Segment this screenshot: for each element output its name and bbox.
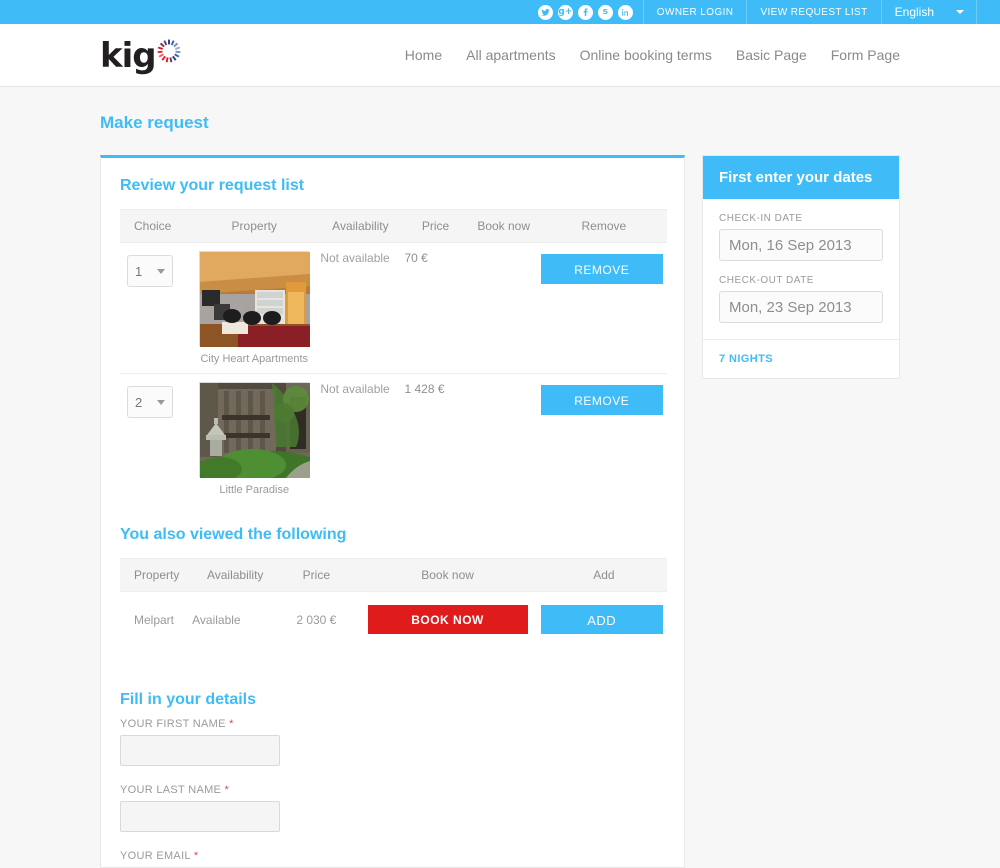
remove-cell: REMOVE	[540, 242, 667, 374]
last-name-label-text: YOUR LAST NAME	[120, 784, 222, 796]
email-label: YOUR EMAIL *	[120, 850, 684, 862]
language-label: English	[894, 5, 934, 19]
price-cell: 1 428 €	[404, 382, 445, 396]
quantity-select[interactable]: 1	[127, 255, 173, 287]
required-marker: *	[229, 718, 234, 730]
first-name-label-text: YOUR FIRST NAME	[120, 718, 226, 730]
col-property: Property	[192, 209, 317, 243]
checkout-date-input[interactable]: Mon, 23 Sep 2013	[719, 291, 883, 323]
page-content: Make request Review your request list Ch…	[0, 113, 1000, 868]
nav-item-home[interactable]: Home	[405, 47, 442, 63]
required-marker: *	[193, 850, 199, 862]
table-row: Melpart Available 2 030 € BOOK NOW ADD	[120, 592, 667, 648]
book-now-button[interactable]: BOOK NOW	[367, 605, 528, 634]
chevron-down-icon	[956, 10, 964, 14]
book-now-cell	[466, 242, 541, 374]
last-name-label: YOUR LAST NAME *	[120, 784, 684, 796]
add-cell: ADD	[540, 592, 667, 648]
table-row: 2 Little Paradise Not available 1 428 € …	[120, 374, 667, 505]
book-now-cell: BOOK NOW	[354, 592, 540, 648]
linkedin-icon[interactable]	[617, 4, 633, 20]
view-request-list-link[interactable]: VIEW REQUEST LIST	[746, 0, 880, 24]
checkin-label: CHECK-IN DATE	[719, 213, 803, 224]
nav-item-form-page[interactable]: Form Page	[831, 47, 900, 63]
request-list-table: Choice Property Availability Price Book …	[120, 209, 667, 504]
table-row: 1 City Heart Apartments Not available 70…	[120, 242, 667, 374]
email-label-text: YOUR EMAIL	[120, 850, 191, 862]
table-header-row: Property Availability Price Book now Add	[120, 558, 667, 592]
twitter-icon[interactable]	[537, 4, 553, 20]
remove-button[interactable]: REMOVE	[540, 385, 663, 415]
col-remove: Remove	[540, 209, 667, 243]
col-availability: Availability	[192, 558, 279, 592]
quantity-select[interactable]: 2	[127, 386, 173, 418]
property-cell: City Heart Apartments	[192, 242, 317, 374]
add-button[interactable]: ADD	[540, 605, 663, 634]
first-name-label: YOUR FIRST NAME *	[120, 718, 684, 730]
availability-cell: Available	[192, 612, 241, 627]
col-choice: Choice	[120, 209, 193, 243]
property-cell: Little Paradise	[192, 374, 316, 505]
owner-login-link[interactable]: OWNER LOGIN	[642, 0, 747, 24]
choice-cell: 1	[120, 242, 193, 374]
site-header: kig Home All apartments Online booking t…	[0, 24, 1000, 87]
first-name-field[interactable]	[120, 735, 280, 766]
main-nav: Home All apartments Online booking terms…	[405, 47, 900, 63]
content-columns: Review your request list Choice Property…	[100, 155, 1000, 868]
property-name: City Heart Apartments	[200, 353, 309, 365]
quantity-value: 1	[135, 263, 143, 279]
dates-panel-title: First enter your dates	[703, 156, 899, 199]
details-form-title: Fill in your details	[120, 691, 257, 708]
price-cell: 2 030 €	[296, 612, 337, 627]
kigo-logo[interactable]: kig	[100, 36, 181, 76]
chevron-down-icon	[157, 268, 165, 274]
request-list-title: Review your request list	[120, 177, 305, 194]
col-price: Price	[278, 558, 355, 592]
googleplus-icon[interactable]: g+	[557, 4, 573, 20]
quantity-value: 2	[135, 394, 143, 410]
property-thumbnail[interactable]	[198, 382, 311, 481]
col-add: Add	[540, 558, 667, 592]
property-name: Melpart	[134, 612, 175, 627]
required-marker: *	[224, 784, 230, 796]
remove-cell: REMOVE	[540, 374, 667, 505]
nights-count: 7 NIGHTS	[703, 339, 899, 378]
choice-cell: 2	[120, 374, 192, 505]
book-now-cell	[467, 374, 541, 505]
also-viewed-title: You also viewed the following	[120, 526, 347, 543]
chevron-down-icon	[157, 399, 165, 405]
logo-ring-icon	[157, 39, 181, 68]
col-property: Property	[120, 558, 193, 592]
nav-item-basic-page[interactable]: Basic Page	[736, 47, 807, 63]
topbar-tail	[976, 0, 1000, 24]
facebook-icon[interactable]	[577, 4, 593, 20]
price-cell: 70 €	[404, 242, 467, 374]
checkout-label: CHECK-OUT DATE	[719, 275, 814, 286]
page-title: Make request	[100, 113, 209, 132]
dates-panel-body: CHECK-IN DATE Mon, 16 Sep 2013 CHECK-OUT…	[703, 199, 899, 339]
request-card: Review your request list Choice Property…	[100, 155, 685, 868]
availability-cell: Not available	[316, 242, 405, 374]
nav-item-online-booking-terms[interactable]: Online booking terms	[580, 47, 712, 63]
language-selector[interactable]: English	[880, 0, 976, 24]
social-icons: g+ s	[528, 0, 643, 24]
availability-cell: Not available	[320, 382, 390, 396]
col-book-now: Book now	[466, 209, 541, 243]
skype-icon[interactable]: s	[597, 4, 613, 20]
col-book-now: Book now	[354, 558, 541, 592]
logo-wordmark: kig	[100, 36, 157, 76]
col-price: Price	[404, 209, 467, 243]
top-utility-bar: g+ s OWNER LOGIN VIEW REQUEST LIST Engli…	[0, 0, 1000, 24]
property-thumbnail[interactable]	[199, 251, 311, 347]
col-availability: Availability	[316, 209, 405, 243]
also-viewed-table: Property Availability Price Book now Add…	[120, 558, 667, 647]
details-form: Fill in your details YOUR FIRST NAME * Y…	[120, 691, 684, 862]
property-name: Little Paradise	[219, 484, 290, 496]
dates-panel: First enter your dates CHECK-IN DATE Mon…	[702, 155, 900, 379]
nav-item-all-apartments[interactable]: All apartments	[466, 47, 555, 63]
table-header-row: Choice Property Availability Price Book …	[120, 209, 667, 243]
checkin-date-input[interactable]: Mon, 16 Sep 2013	[719, 229, 883, 261]
remove-button[interactable]: REMOVE	[540, 254, 663, 284]
